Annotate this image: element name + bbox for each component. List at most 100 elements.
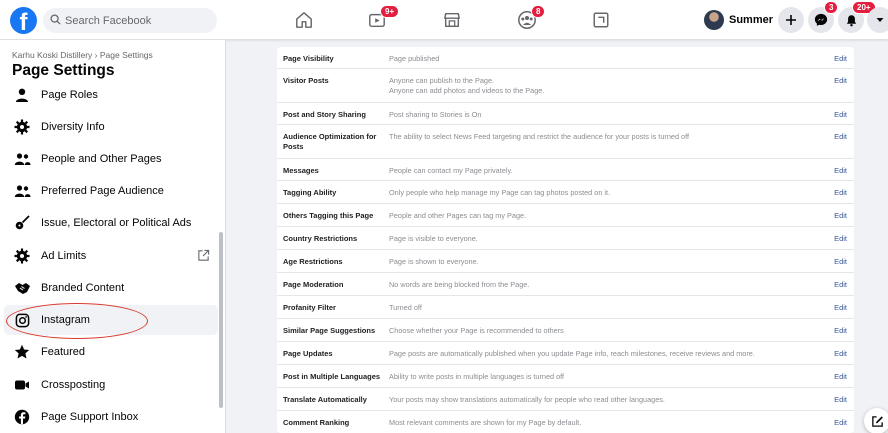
- nav-watch[interactable]: 9+: [362, 5, 400, 34]
- sidebar-item-crossposting[interactable]: Crossposting: [4, 370, 218, 400]
- top-navigation-bar: f 9+: [0, 0, 888, 40]
- settings-row: Profanity Filter Turned off Edit: [277, 296, 854, 319]
- profile-name: Summer: [729, 14, 774, 26]
- sidebar-item-preferred-page-audience[interactable]: Preferred Page Audience: [4, 176, 218, 206]
- breadcrumb[interactable]: Karhu Koski Distillery › Page Settings: [12, 50, 153, 60]
- edit-link[interactable]: Edit: [834, 395, 847, 404]
- edit-link[interactable]: Edit: [834, 372, 847, 381]
- search-icon: [50, 14, 61, 25]
- edit-link[interactable]: Edit: [834, 303, 847, 312]
- sidebar-item-branded-content[interactable]: Branded Content: [4, 273, 218, 303]
- video-camera-icon: [12, 375, 32, 395]
- edit-link[interactable]: Edit: [834, 132, 847, 141]
- setting-name: Translate Automatically: [283, 395, 367, 404]
- annotation-highlight-ellipse: [6, 303, 148, 339]
- settings-row: Tagging Ability Only people who help mana…: [277, 181, 854, 204]
- messenger-icon: [814, 13, 828, 26]
- star-icon: [12, 342, 32, 362]
- edit-link[interactable]: Edit: [834, 110, 847, 119]
- sidebar-scrollbar[interactable]: [219, 232, 223, 408]
- setting-value: People can contact my Page privately.: [389, 166, 513, 175]
- nav-home[interactable]: [289, 6, 319, 34]
- setting-name: Page Visibility: [283, 54, 334, 63]
- setting-name: Messages: [283, 166, 319, 175]
- setting-name: Page Moderation: [283, 280, 344, 289]
- sidebar-item-label: Diversity Info: [41, 121, 105, 133]
- page-title: Page Settings: [12, 62, 115, 79]
- sidebar-item-ad-limits[interactable]: Ad Limits: [4, 241, 218, 271]
- setting-value: Page posts are automatically published w…: [389, 349, 755, 358]
- sidebar-item-page-support-inbox[interactable]: Page Support Inbox: [4, 402, 218, 432]
- settings-row: Messages People can contact my Page priva…: [277, 159, 854, 181]
- edit-link[interactable]: Edit: [834, 280, 847, 289]
- setting-name: Comment Ranking: [283, 418, 350, 427]
- settings-row: Post in Multiple Languages Ability to wri…: [277, 365, 854, 388]
- setting-value: People and other Pages can tag my Page.: [389, 211, 527, 220]
- sidebar-item-diversity-info[interactable]: Diversity Info: [4, 112, 218, 142]
- settings-row: Others Tagging this Page People and other…: [277, 204, 854, 227]
- settings-row: Page Moderation No words are being blocke…: [277, 273, 854, 296]
- sidebar-item-page-roles[interactable]: Page Roles: [4, 80, 218, 110]
- sidebar-item-label: Page Roles: [41, 89, 98, 101]
- sidebar-item-label: Ad Limits: [41, 250, 87, 262]
- edit-link[interactable]: Edit: [834, 188, 847, 197]
- edit-link[interactable]: Edit: [834, 257, 847, 266]
- profile-link[interactable]: Summer: [704, 9, 773, 31]
- setting-value: Only people who help manage my Page can …: [389, 188, 611, 197]
- external-link-icon[interactable]: [197, 249, 210, 262]
- sidebar-item-featured[interactable]: Featured: [4, 337, 218, 367]
- edit-link[interactable]: Edit: [834, 418, 847, 427]
- settings-row: Translate Automatically Your posts may sh…: [277, 388, 854, 411]
- gear-icon: [12, 117, 32, 137]
- person-icon: [12, 85, 32, 105]
- new-message-button[interactable]: [864, 408, 888, 433]
- setting-name: Visitor Posts: [283, 76, 329, 85]
- sidebar-item-political-ads[interactable]: Issue, Electoral or Political Ads: [4, 208, 218, 238]
- guitar-icon: [12, 213, 32, 233]
- edit-link[interactable]: Edit: [834, 211, 847, 220]
- sidebar-item-label: People and Other Pages: [41, 153, 162, 165]
- search-input[interactable]: [65, 11, 210, 30]
- settings-row: Similar Page Suggestions Choose whether y…: [277, 319, 854, 342]
- edit-link[interactable]: Edit: [834, 166, 847, 175]
- sidebar-item-label: Crossposting: [41, 379, 106, 391]
- setting-value-secondary: Anyone can add photos and videos to the …: [389, 86, 545, 95]
- nav-gaming[interactable]: [586, 6, 616, 34]
- setting-value: Choose whether your Page is recommended …: [389, 326, 564, 335]
- setting-value: Anyone can publish to the Page.: [389, 76, 495, 85]
- facebook-logo-icon[interactable]: f: [10, 7, 37, 34]
- edit-link[interactable]: Edit: [834, 349, 847, 358]
- setting-name: Others Tagging this Page: [283, 211, 374, 220]
- edit-link[interactable]: Edit: [834, 234, 847, 243]
- settings-sidebar: Karhu Koski Distillery › Page Settings P…: [0, 40, 226, 433]
- nav-marketplace[interactable]: [437, 6, 467, 34]
- setting-name: Audience Optimization for Posts: [283, 132, 377, 151]
- setting-value: Page is visible to everyone.: [389, 234, 478, 243]
- setting-value: Page is shown to everyone.: [389, 257, 479, 266]
- watch-badge: 9+: [380, 5, 400, 18]
- sidebar-item-label: Branded Content: [41, 282, 125, 294]
- edit-link[interactable]: Edit: [834, 326, 847, 335]
- messenger-button[interactable]: 3: [808, 1, 839, 33]
- setting-value: Ability to write posts in multiple langu…: [389, 372, 565, 381]
- settings-row: Page Visibility Page published Edit: [277, 47, 854, 69]
- handshake-icon: [12, 278, 32, 298]
- people-icon: [12, 149, 32, 169]
- notifications-button[interactable]: 20+: [838, 1, 876, 33]
- nav-groups[interactable]: 8: [512, 5, 546, 34]
- setting-value: Most relevant comments are shown for my …: [389, 418, 582, 427]
- settings-row: Page Updates Page posts are automatically…: [277, 342, 854, 365]
- search-box[interactable]: [43, 8, 217, 33]
- create-button[interactable]: [778, 7, 804, 33]
- setting-name: Country Restrictions: [283, 234, 358, 243]
- setting-name: Post and Story Sharing: [283, 110, 366, 119]
- edit-link[interactable]: Edit: [834, 54, 847, 63]
- settings-row: Visitor Posts Anyone can publish to the P…: [277, 69, 854, 103]
- gaming-icon: [593, 12, 609, 28]
- settings-row: Comment Ranking Most relevant comments ar…: [277, 411, 854, 433]
- avatar: [704, 10, 724, 30]
- gear-icon: [12, 246, 32, 266]
- account-menu-button[interactable]: [867, 7, 888, 33]
- sidebar-item-people-and-other-pages[interactable]: People and Other Pages: [4, 144, 218, 174]
- edit-link[interactable]: Edit: [834, 76, 847, 85]
